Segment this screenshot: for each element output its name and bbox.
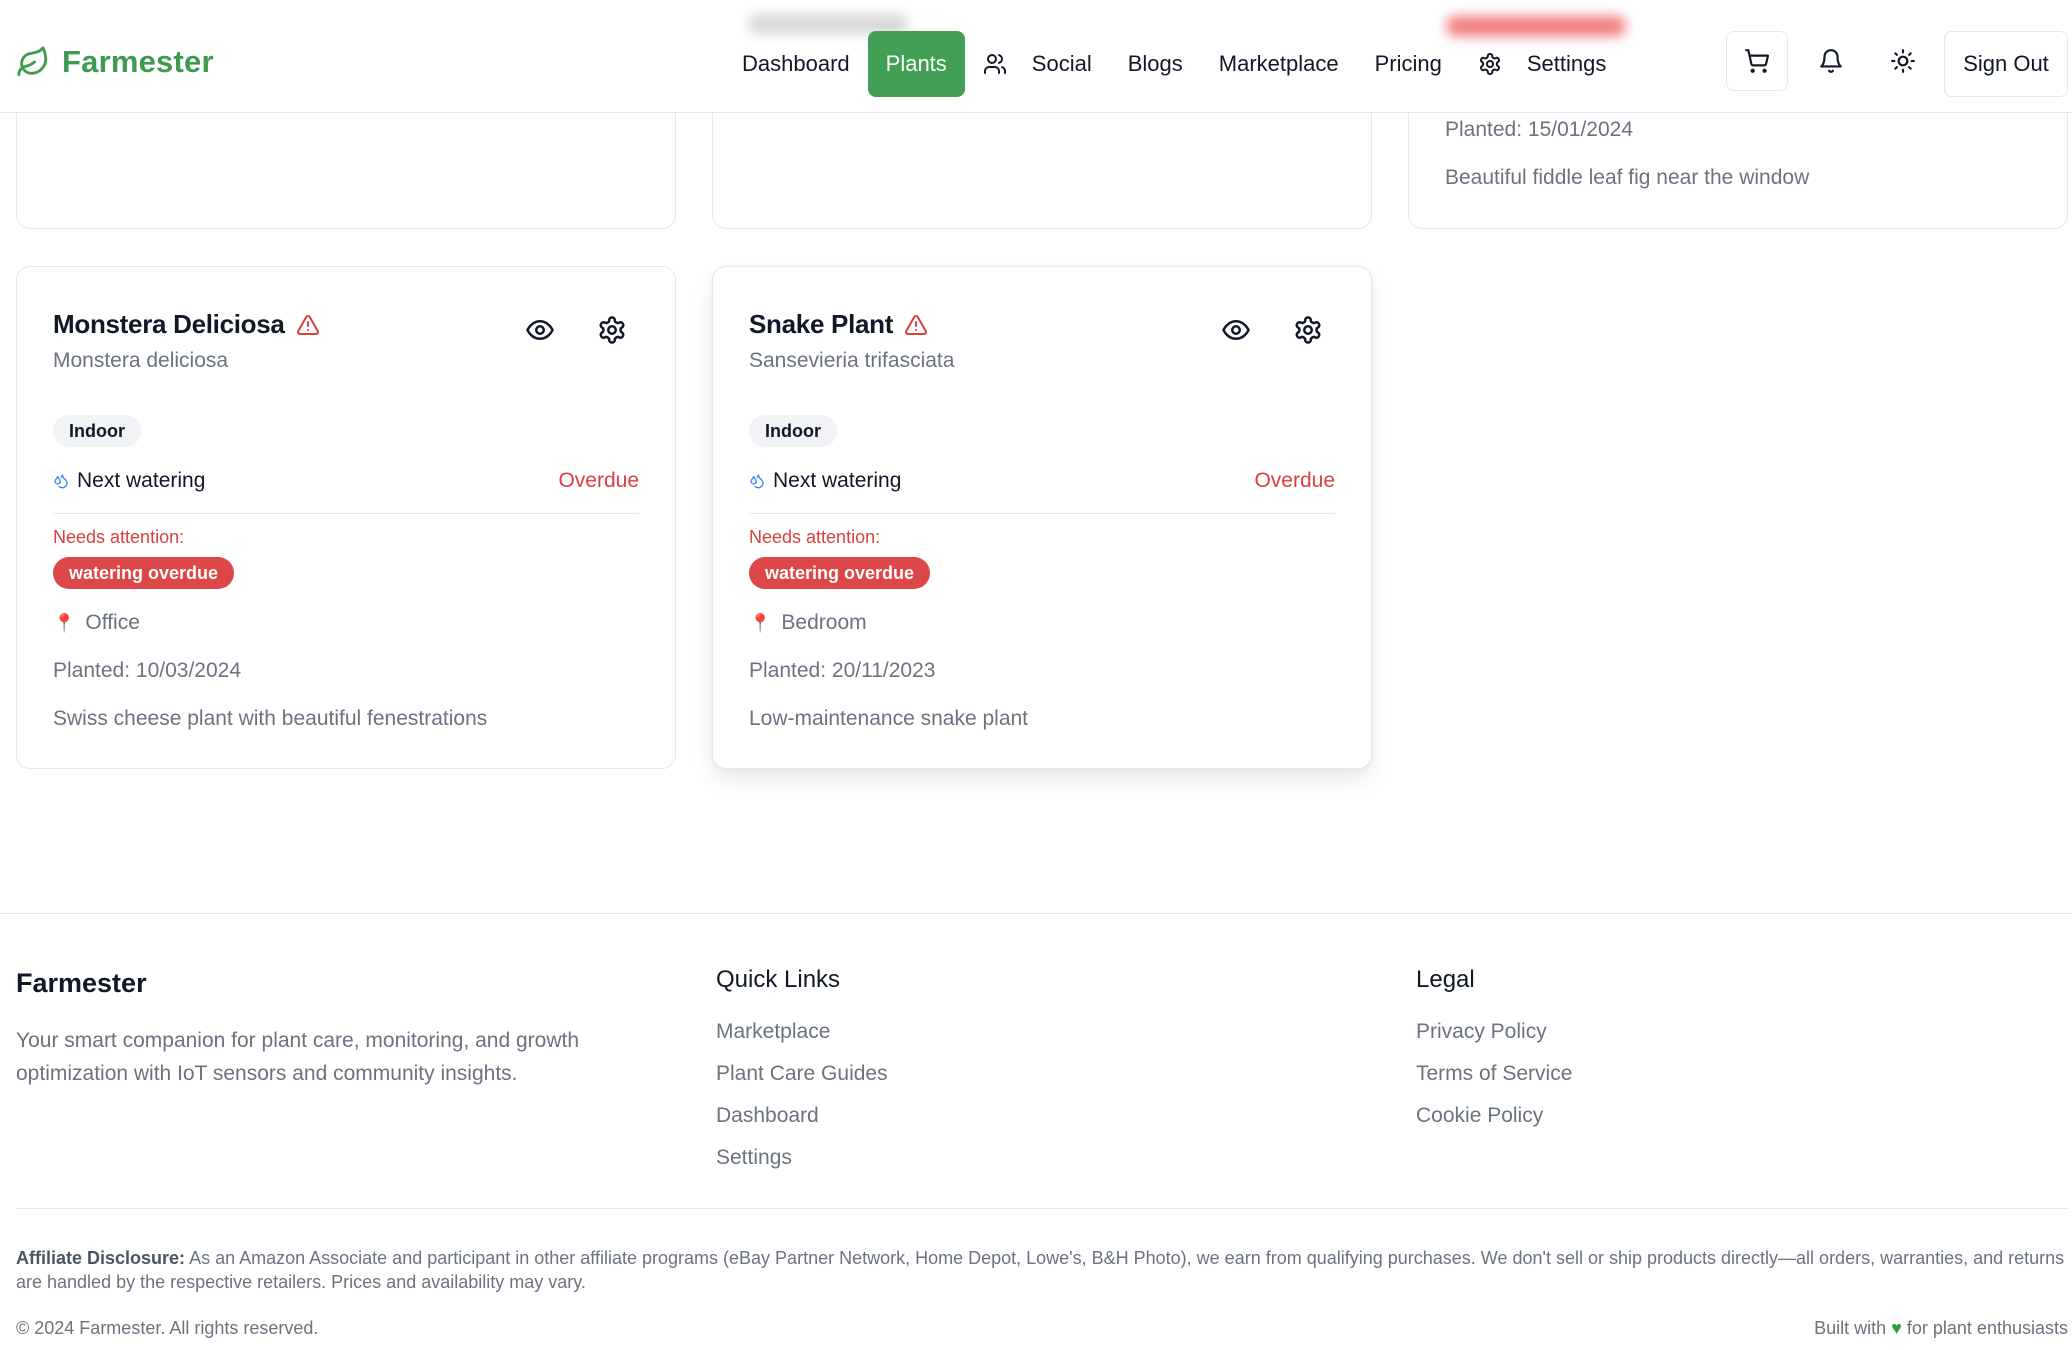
next-watering: Next watering [53, 469, 205, 493]
gear-icon [1479, 53, 1500, 75]
watering-status: Overdue [1254, 469, 1335, 492]
bell-icon [1820, 49, 1842, 73]
divider [53, 513, 639, 514]
notifications-button[interactable] [1800, 31, 1862, 91]
brand-name: Farmester [62, 44, 214, 79]
nav-social-label: Social [1031, 51, 1092, 76]
eye-icon[interactable] [525, 315, 555, 345]
affiliate-disclosure: Affiliate Disclosure: As an Amazon Assoc… [16, 1246, 2066, 1294]
plant-planted-date: Planted: 15/01/2024 [1445, 118, 1633, 141]
brand-logo[interactable]: Farmester [16, 44, 214, 80]
next-watering: Next watering [749, 469, 901, 493]
plant-location-text: Bedroom [781, 611, 867, 634]
nav-settings[interactable]: Settings [1460, 31, 1625, 97]
plant-card[interactable]: Snake Plant Sansevieria trifasciata Indo… [712, 266, 1372, 769]
plant-description: Swiss cheese plant with beautiful fenest… [53, 707, 488, 730]
watering-status: Overdue [558, 469, 639, 492]
plant-location-text: Office [85, 611, 140, 634]
plant-planted-date: Planted: 10/03/2024 [53, 659, 241, 682]
nav-settings-label: Settings [1526, 51, 1607, 76]
nav-marketplace[interactable]: Marketplace [1201, 31, 1357, 97]
plant-type-tag: Indoor [53, 415, 141, 447]
footer-link-plant-care-guides[interactable]: Plant Care Guides [716, 1062, 888, 1086]
leaf-icon [17, 46, 48, 77]
droplets-icon [54, 474, 68, 489]
needs-attention-label: Needs attention: [53, 527, 185, 547]
issue-badge: watering overdue [53, 557, 235, 589]
footer-divider [0, 913, 2072, 914]
plant-description: Beautiful fiddle leaf fig near the windo… [1445, 166, 1810, 189]
plant-card[interactable]: Monstera Deliciosa Monstera deliciosa In… [16, 266, 676, 769]
plant-name: Monstera Deliciosa [53, 309, 285, 339]
plant-location: 📍 Bedroom [749, 611, 867, 635]
plant-description: Low-maintenance snake plant [749, 707, 1029, 730]
plant-name: Snake Plant [749, 309, 894, 339]
gear-icon[interactable] [597, 315, 627, 345]
nav-dashboard[interactable]: Dashboard [724, 31, 868, 97]
copyright: © 2024 Farmester. All rights reserved. [16, 1318, 319, 1338]
affiliate-disclosure-title: Affiliate Disclosure: [16, 1248, 186, 1268]
nav-plants[interactable]: Plants [867, 31, 965, 97]
issue-badge: watering overdue [749, 557, 931, 589]
nav-blogs[interactable]: Blogs [1110, 31, 1201, 97]
gear-icon[interactable] [1293, 315, 1323, 345]
pin-icon: 📍 [749, 612, 772, 633]
footer-link-marketplace[interactable]: Marketplace [716, 1020, 830, 1044]
divider [749, 513, 1335, 514]
plant-scientific-name: Monstera deliciosa [53, 349, 229, 372]
users-icon [983, 54, 1006, 74]
nav-social[interactable]: Social [965, 31, 1110, 97]
sign-out-button[interactable]: Sign Out [1944, 31, 2068, 97]
green-heart-icon: ♥ [1891, 1318, 1902, 1338]
needs-attention-label: Needs attention: [749, 527, 881, 547]
sun-icon [1891, 49, 1915, 73]
footer-description: Your smart companion for plant care, mon… [16, 1029, 580, 1085]
next-watering-label: Next watering [773, 469, 902, 492]
eye-icon[interactable] [1221, 315, 1251, 345]
main-nav: Dashboard Plants Social Blogs Marketplac… [724, 31, 1624, 97]
quick-links-title: Quick Links [716, 966, 841, 993]
footer-divider [16, 1208, 2068, 1209]
theme-toggle-button[interactable] [1872, 31, 1934, 91]
plant-title: Snake Plant [749, 309, 928, 340]
footer-brand: Farmester [16, 968, 147, 998]
droplets-icon [750, 474, 764, 489]
warning-icon [296, 314, 319, 335]
built-with-suffix: for plant enthusiasts [1906, 1318, 2068, 1338]
pin-icon: 📍 [53, 612, 76, 633]
plant-scientific-name: Sansevieria trifasciata [749, 349, 955, 372]
warning-icon [905, 314, 928, 335]
plant-title: Monstera Deliciosa [53, 309, 320, 340]
footer-link-privacy-policy[interactable]: Privacy Policy [1416, 1020, 1547, 1044]
cart-button[interactable] [1726, 31, 1788, 91]
footer-link-settings[interactable]: Settings [716, 1146, 792, 1170]
top-navbar: Farmester Dashboard Plants Social Blogs … [0, 0, 2072, 113]
plant-planted-date: Planted: 20/11/2023 [749, 659, 936, 682]
built-with-text: Built with ♥ for plant enthusiasts [1814, 1318, 2068, 1339]
affiliate-disclosure-text: As an Amazon Associate and participant i… [16, 1248, 2065, 1292]
nav-pricing[interactable]: Pricing [1357, 31, 1460, 97]
footer-link-cookie-policy[interactable]: Cookie Policy [1416, 1104, 1543, 1128]
next-watering-label: Next watering [77, 469, 206, 492]
footer-link-dashboard[interactable]: Dashboard [716, 1104, 819, 1128]
cart-icon [1745, 49, 1770, 73]
legal-title: Legal [1416, 966, 1475, 993]
footer-link-terms-of-service[interactable]: Terms of Service [1416, 1062, 1572, 1086]
plant-location: 📍 Office [53, 611, 140, 635]
built-with-prefix: Built with [1814, 1318, 1887, 1338]
plant-type-tag: Indoor [749, 415, 837, 447]
